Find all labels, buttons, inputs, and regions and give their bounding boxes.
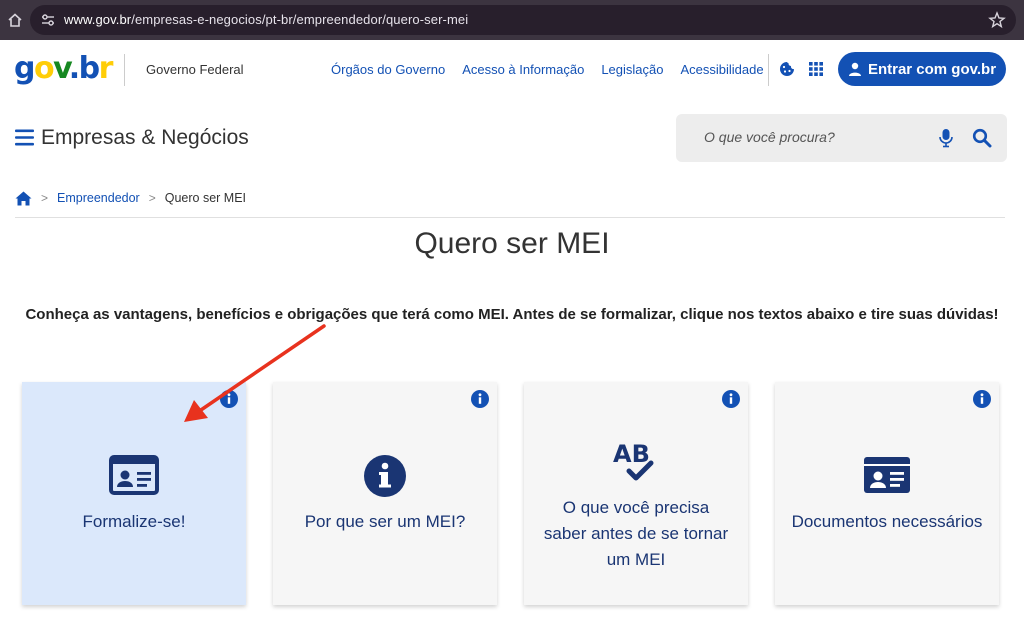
search-box[interactable]: O que você procura? [676,114,1007,162]
link-acesso-informacao[interactable]: Acesso à Informação [462,62,584,77]
card-formalize[interactable]: Formalize-se! [22,382,246,605]
link-acessibilidade[interactable]: Acessibilidade [680,62,763,77]
info-icon[interactable] [973,390,991,408]
search-icon[interactable] [972,128,992,148]
governo-federal-label: Governo Federal [146,62,244,77]
divider [15,217,1005,218]
logo-b: b [78,51,100,86]
url-path: /empresas-e-negocios/pt-br/empreendedor/… [131,12,469,27]
top-links: Órgãos do Governo Acesso à Informação Legi… [331,62,764,77]
site-settings-icon[interactable] [40,12,56,28]
svg-text:AB: AB [613,440,650,468]
govbr-logo[interactable]: gov.br [14,51,114,86]
card-label-line: O que você precisa [562,498,710,517]
card-por-que-mei[interactable]: Por que ser um MEI? [273,382,497,605]
section-title[interactable]: Empresas & Negócios [41,126,249,150]
breadcrumb: > Empreendedor > Quero ser MEI [15,189,246,207]
card-label: Documentos necessários [791,512,983,531]
breadcrumb-separator: > [41,191,49,205]
info-circle-icon [364,455,406,497]
card-saber-antes[interactable]: AB O que você precisa saber antes de se … [524,382,748,605]
card-label: Por que ser um MEI? [304,512,466,531]
hamburger-menu-icon[interactable] [15,129,34,146]
home-icon[interactable] [6,11,24,29]
card-label-line: um MEI [606,550,666,569]
link-orgaos[interactable]: Órgãos do Governo [331,62,445,77]
apps-grid-icon[interactable] [808,61,824,77]
header-divider-2 [768,54,769,86]
browser-toolbar: www.gov.br/empresas-e-negocios/pt-br/emp… [0,0,1024,40]
logo-dot: . [68,51,80,86]
card-label-line: saber antes de se tornar [543,524,729,543]
id-card-icon [109,455,159,495]
site-header: gov.br Governo Federal Órgãos do Governo… [0,40,1024,100]
home-icon[interactable] [15,191,32,206]
card-documentos[interactable]: Documentos necessários [775,382,999,605]
bookmark-star-icon[interactable] [988,11,1006,29]
cookie-icon[interactable] [779,61,795,77]
info-icon[interactable] [471,390,489,408]
url-host: www.gov.br [64,12,132,27]
address-bar[interactable]: www.gov.br/empresas-e-negocios/pt-br/emp… [30,5,1016,35]
info-icon[interactable] [220,390,238,408]
info-icon[interactable] [722,390,740,408]
logo-v: v [53,51,70,86]
logo-r: r [98,51,114,86]
logo-g: g [14,51,35,86]
spell-check-icon: AB [613,440,654,481]
login-button[interactable]: Entrar com gov.br [838,52,1006,86]
intro-text: Conheça as vantagens, benefícios e obrig… [25,306,999,323]
header-divider [124,54,125,86]
login-label: Entrar com gov.br [867,60,997,78]
microphone-icon[interactable] [938,128,954,148]
page-title: Quero ser MEI [414,227,610,260]
user-icon [848,62,861,76]
logo-o: o [33,51,55,86]
breadcrumb-empreendedor[interactable]: Empreendedor [57,191,140,205]
breadcrumb-separator: > [148,191,156,205]
card-label: Formalize-se! [82,512,186,531]
search-input[interactable]: O que você procura? [704,129,835,145]
link-legislacao[interactable]: Legislação [601,62,663,77]
url-text: www.gov.br/empresas-e-negocios/pt-br/emp… [64,12,468,27]
breadcrumb-current: Quero ser MEI [164,191,247,205]
card-label: O que você precisa saber antes de se tor… [524,495,748,573]
id-card-icon [864,457,910,493]
